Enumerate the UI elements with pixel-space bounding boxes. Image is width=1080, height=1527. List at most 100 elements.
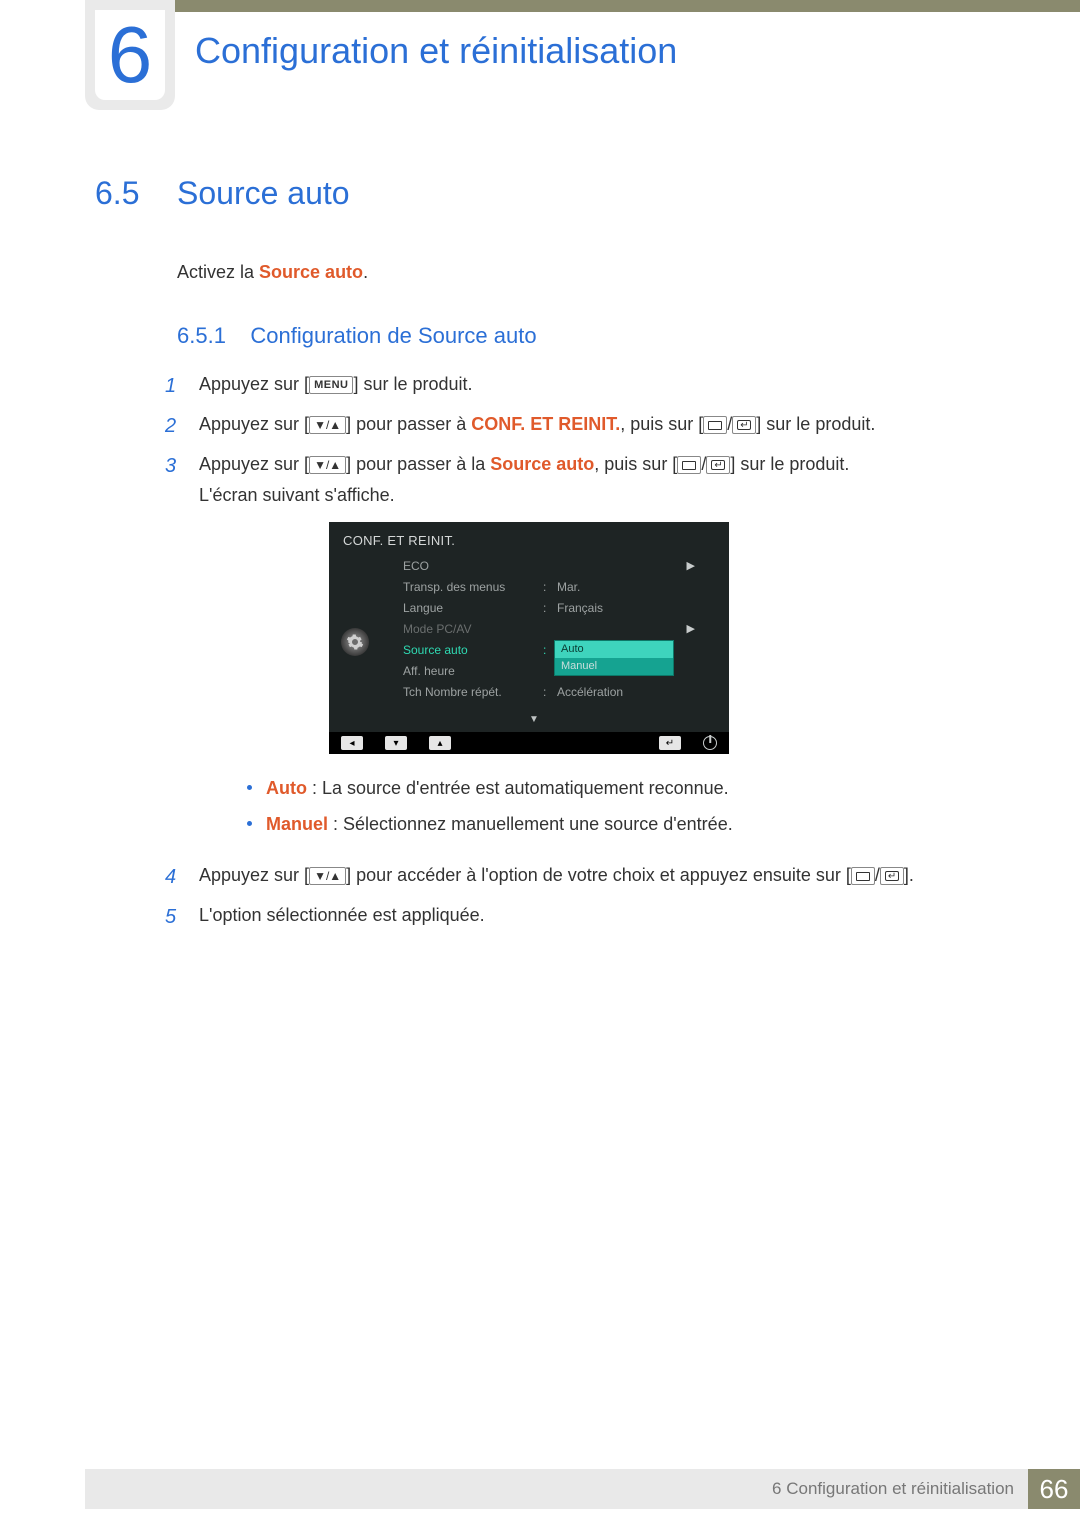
- bullet-rest: : Sélectionnez manuellement une source d…: [328, 814, 733, 834]
- text: ] pour passer à: [346, 414, 471, 434]
- footer-chapter-text: Configuration et réinitialisation: [786, 1479, 1014, 1498]
- rect-key-icon: [851, 867, 875, 885]
- osd-back-icon: ◂: [341, 736, 363, 750]
- osd-row-mode: Mode PC/AV ▶: [399, 619, 715, 640]
- osd-row-transp: Transp. des menus:Mar.: [399, 577, 715, 598]
- step-num: 5: [165, 900, 181, 934]
- footer-label: 6 Configuration et réinitialisation: [772, 1479, 1014, 1499]
- step-num: 4: [165, 860, 181, 894]
- top-stripe: [85, 0, 1080, 12]
- bullet-rest: : La source d'entrée est automatiquement…: [307, 778, 729, 798]
- step-body: Appuyez sur [MENU] sur le produit.: [199, 369, 1000, 403]
- osd-label: Mode PC/AV: [403, 619, 543, 639]
- intro-text: Activez la Source auto.: [177, 262, 1000, 283]
- bullet-highlight: Auto: [266, 778, 307, 798]
- text: Appuyez sur [: [199, 374, 309, 394]
- step-body: Appuyez sur [▼/▲] pour passer à la Sourc…: [199, 449, 1000, 854]
- enter-icon: [885, 871, 899, 881]
- osd-option-manuel: Manuel: [555, 658, 673, 675]
- bullet-dot-icon: [247, 785, 252, 790]
- footer: 6 Configuration et réinitialisation 66: [85, 1469, 1080, 1509]
- text: Appuyez sur [: [199, 865, 309, 885]
- chapter-number: 6: [108, 9, 153, 101]
- osd-up-icon: ▴: [429, 736, 451, 750]
- step-body: L'option sélectionnée est appliquée.: [199, 900, 1000, 934]
- intro-prefix: Activez la: [177, 262, 259, 282]
- step-4: 4 Appuyez sur [▼/▲] pour accéder à l'opt…: [165, 860, 1000, 894]
- osd-screenshot: CONF. ET REINIT. ECO ▶ Transp. des menus…: [329, 522, 729, 754]
- osd-row-langue: Langue:Français: [399, 598, 715, 619]
- step-5: 5 L'option sélectionnée est appliquée.: [165, 900, 1000, 934]
- text: ] sur le produit.: [756, 414, 875, 434]
- chevron-down-icon: ▼: [529, 711, 539, 728]
- step-1: 1 Appuyez sur [MENU] sur le produit.: [165, 369, 1000, 403]
- osd-value: Accélération: [557, 682, 711, 702]
- step-num: 2: [165, 409, 181, 443]
- intro-suffix: .: [363, 262, 368, 282]
- subsection-title: Configuration de Source auto: [250, 323, 536, 348]
- chapter-badge-inner: 6: [95, 10, 165, 100]
- page-content: 6.5 Source auto Activez la Source auto. …: [95, 175, 1000, 940]
- enter-key-icon: [706, 456, 730, 474]
- bullet-highlight: Manuel: [266, 814, 328, 834]
- osd-enter-icon: ↵: [659, 736, 681, 750]
- enter-icon: [737, 420, 751, 430]
- section-row: 6.5 Source auto: [95, 175, 1000, 212]
- osd-left-buttons: ◂ ▾ ▴: [341, 736, 451, 750]
- osd-label: Tch Nombre répét.: [403, 682, 543, 702]
- text: ] pour passer à la: [346, 454, 490, 474]
- text-line2: L'écran suivant s'affiche.: [199, 480, 1000, 511]
- highlight: Source auto: [490, 454, 594, 474]
- bullet-auto: Auto : La source d'entrée est automatiqu…: [247, 770, 1000, 806]
- osd-label: ECO: [403, 556, 543, 576]
- osd-menu-list: ECO ▶ Transp. des menus:Mar. Langue:Fran…: [399, 556, 715, 703]
- option-bullets: Auto : La source d'entrée est automatiqu…: [247, 770, 1000, 842]
- osd-label: Transp. des menus: [403, 577, 543, 597]
- osd-value: Mar.: [557, 577, 711, 597]
- text: , puis sur [: [620, 414, 703, 434]
- text: Appuyez sur [: [199, 454, 309, 474]
- rect-key-icon: [677, 456, 701, 474]
- chevron-right-icon: ▶: [687, 557, 695, 576]
- rect-icon: [708, 421, 722, 430]
- text: ] pour accéder à l'option de votre choix…: [346, 865, 851, 885]
- rect-icon: [682, 461, 696, 470]
- down-up-key-icon: ▼/▲: [309, 867, 346, 885]
- gear-icon: [341, 628, 369, 656]
- bullet-dot-icon: [247, 821, 252, 826]
- subsection-heading: 6.5.1 Configuration de Source auto: [177, 323, 1000, 349]
- section-title: Source auto: [177, 175, 350, 212]
- text: ].: [904, 865, 914, 885]
- intro-highlight: Source auto: [259, 262, 363, 282]
- chapter-title: Configuration et réinitialisation: [195, 30, 677, 72]
- down-up-key-icon: ▼/▲: [309, 456, 346, 474]
- menu-key-icon: MENU: [309, 376, 353, 394]
- osd-dropdown: Auto Manuel: [554, 640, 674, 676]
- power-icon: [703, 736, 717, 750]
- osd-value: Français: [557, 598, 711, 618]
- osd-down-icon: ▾: [385, 736, 407, 750]
- osd-button-bar: ◂ ▾ ▴ ↵: [329, 732, 729, 754]
- osd-row-tch: Tch Nombre répét.:Accélération: [399, 682, 715, 703]
- rect-icon: [856, 872, 870, 881]
- footer-chapter-num: 6: [772, 1479, 781, 1498]
- enter-key-icon: [880, 867, 904, 885]
- down-up-key-icon: ▼/▲: [309, 416, 346, 434]
- osd-label: Source auto: [403, 640, 543, 660]
- bullet-manuel: Manuel : Sélectionnez manuellement une s…: [247, 806, 1000, 842]
- menu-label: MENU: [314, 377, 348, 393]
- highlight: CONF. ET REINIT.: [471, 414, 620, 434]
- subsection-number: 6.5.1: [177, 323, 226, 348]
- osd-right-buttons: ↵: [659, 736, 717, 750]
- step-num: 3: [165, 449, 181, 854]
- osd-option-auto: Auto: [555, 641, 673, 658]
- text: Appuyez sur [: [199, 414, 309, 434]
- bullet-text: Manuel : Sélectionnez manuellement une s…: [266, 806, 733, 842]
- step-2: 2 Appuyez sur [▼/▲] pour passer à CONF. …: [165, 409, 1000, 443]
- text: ] sur le produit.: [730, 454, 849, 474]
- section-number: 6.5: [95, 175, 155, 212]
- footer-page-number: 66: [1028, 1469, 1080, 1509]
- step-num: 1: [165, 369, 181, 403]
- steps-list: 1 Appuyez sur [ MENU ] sur le produit. 2 A…: [165, 369, 1000, 934]
- enter-icon: [711, 460, 725, 470]
